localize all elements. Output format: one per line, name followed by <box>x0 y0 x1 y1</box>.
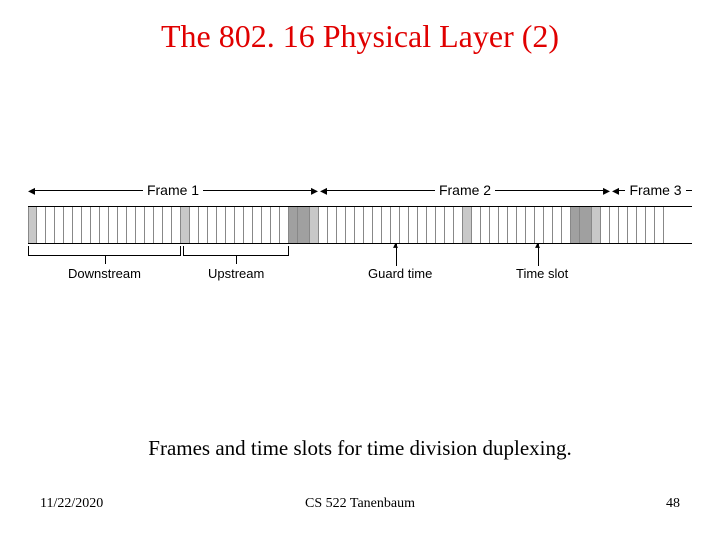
upstream-label: Upstream <box>208 266 264 281</box>
frame-3-label: ◂ Frame 3 <box>612 182 692 198</box>
arrow-left-icon: ◂ <box>612 183 619 197</box>
footer-date: 11/22/2020 <box>40 496 103 512</box>
upstream-brace <box>183 246 289 256</box>
annotation-row: Downstream Upstream ▴ Guard time ▴ Time … <box>28 244 692 304</box>
footer-page-number: 48 <box>666 496 680 512</box>
frame-1-text: Frame 1 <box>143 182 203 198</box>
guard-time-label: Guard time <box>368 266 432 281</box>
frame-1-label: ◂ Frame 1 ▸ <box>28 182 318 198</box>
footer-course: CS 522 Tanenbaum <box>305 496 415 512</box>
downstream-brace <box>28 246 181 256</box>
frame-2-text: Frame 2 <box>435 182 495 198</box>
arrow-left-icon: ◂ <box>320 183 327 197</box>
frame-label-row: ◂ Frame 1 ▸ ◂ Frame 2 ▸ ◂ Frame 3 <box>28 176 692 206</box>
time-slot-pointer: ▴ <box>538 244 539 266</box>
frame-3-text: Frame 3 <box>625 182 685 198</box>
frame-2-label: ◂ Frame 2 ▸ <box>320 182 610 198</box>
time-slot-label: Time slot <box>516 266 568 281</box>
arrow-right-icon: ▸ <box>603 183 610 197</box>
slide-footer: 11/22/2020 CS 522 Tanenbaum 48 <box>40 496 680 512</box>
tdd-diagram: ◂ Frame 1 ▸ ◂ Frame 2 ▸ ◂ Frame 3 <box>28 176 692 304</box>
downstream-label: Downstream <box>68 266 141 281</box>
figure-caption: Frames and time slots for time division … <box>0 436 720 461</box>
arrow-left-icon: ◂ <box>28 183 35 197</box>
arrow-right-icon: ▸ <box>311 183 318 197</box>
slide-title: The 802. 16 Physical Layer (2) <box>0 18 720 55</box>
time-slot-strip <box>28 206 692 244</box>
guard-time-pointer: ▴ <box>396 244 397 266</box>
